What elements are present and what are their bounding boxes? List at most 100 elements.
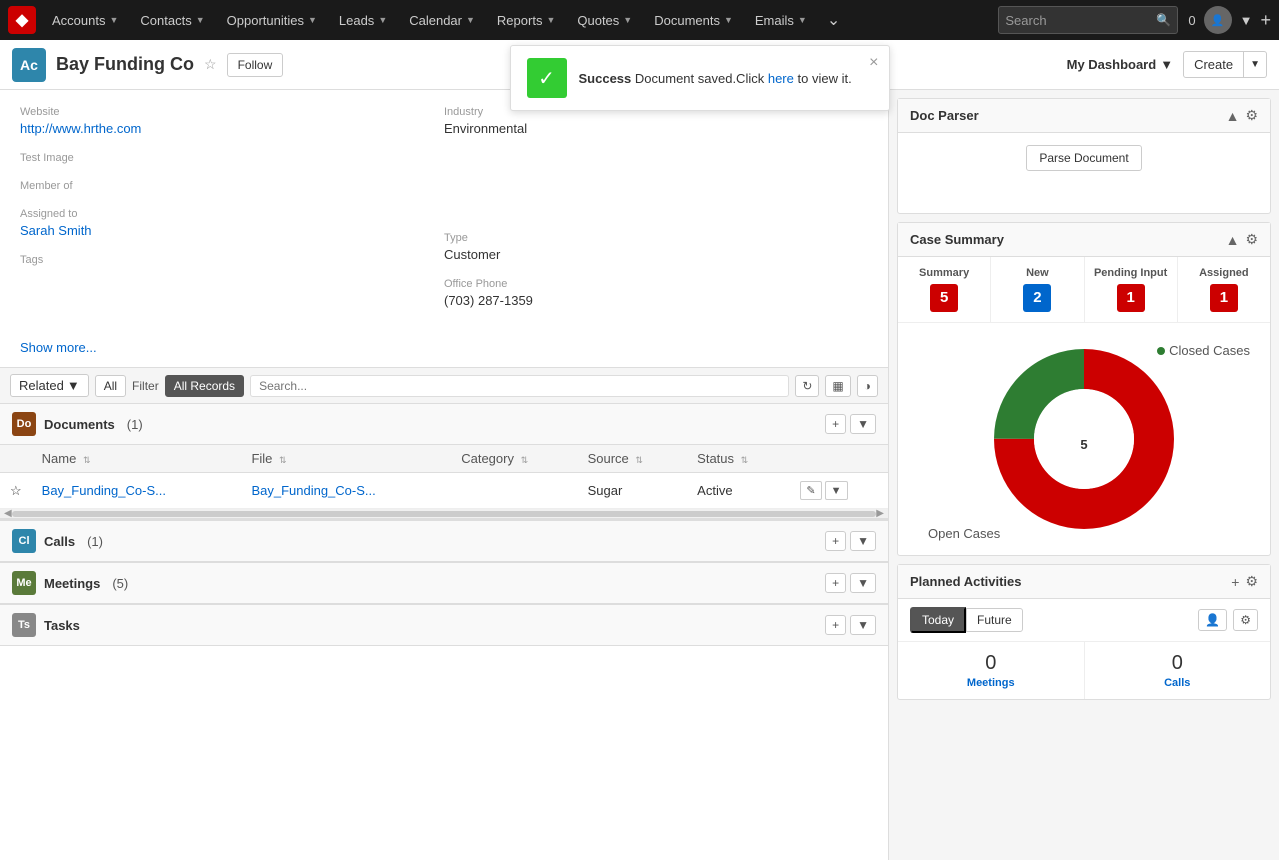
tasks-more-button[interactable]: ▼ xyxy=(850,615,876,635)
tasks-subpanel-header[interactable]: Ts Tasks + ▼ xyxy=(0,604,888,646)
list-view-button[interactable]: ◑ xyxy=(857,375,878,397)
create-dropdown-button[interactable]: ▼ xyxy=(1244,51,1267,78)
row-file: Bay_Funding_Co-S... xyxy=(241,473,451,509)
all-records-button[interactable]: All Records xyxy=(165,375,244,397)
scroll-left-arrow[interactable]: ◀ xyxy=(4,508,12,519)
all-button[interactable]: All xyxy=(95,375,126,397)
nav-item-accounts[interactable]: Accounts ▼ xyxy=(42,0,128,40)
dashboard-caret-icon: ▼ xyxy=(1160,57,1173,72)
tab-future[interactable]: Future xyxy=(966,608,1023,632)
toast-close-button[interactable]: × xyxy=(869,54,878,72)
add-button[interactable]: + xyxy=(1260,10,1271,31)
search-icon: 🔍 xyxy=(1156,13,1171,27)
case-new-label: New xyxy=(999,267,1075,279)
leads-caret-icon: ▼ xyxy=(378,15,387,25)
tasks-subpanel-title: Tasks xyxy=(44,618,80,633)
case-summary-widget: Case Summary ▲ ⚙ Summary 5 New 2 Pending… xyxy=(897,222,1271,556)
doc-parser-header-actions: ▲ ⚙ xyxy=(1226,107,1258,124)
calls-add-button[interactable]: + xyxy=(825,531,846,551)
case-summary-title: Case Summary xyxy=(910,232,1004,247)
meetings-more-button[interactable]: ▼ xyxy=(850,573,876,593)
horizontal-scrollbar[interactable]: ◀ ▶ xyxy=(0,509,888,519)
app-logo[interactable]: ◆ xyxy=(8,6,36,34)
favorite-star-icon[interactable]: ☆ xyxy=(204,56,217,73)
account-form: Website http://www.hrthe.com Test Image … xyxy=(0,90,888,340)
documents-add-button[interactable]: + xyxy=(825,414,846,434)
meetings-count: (5) xyxy=(112,576,128,591)
planned-activities-add-button[interactable]: + xyxy=(1231,573,1239,590)
nav-item-calendar[interactable]: Calendar ▼ xyxy=(399,0,485,40)
tags-label: Tags xyxy=(20,254,444,266)
nav-item-reports[interactable]: Reports ▼ xyxy=(487,0,565,40)
nav-more-button[interactable]: ⌄ xyxy=(819,10,848,30)
doc-parser-settings-button[interactable]: ⚙ xyxy=(1245,107,1258,124)
case-count-summary: Summary 5 xyxy=(898,257,991,322)
nav-item-opportunities[interactable]: Opportunities ▼ xyxy=(217,0,327,40)
documents-col-category[interactable]: Category ⇅ xyxy=(451,445,577,473)
documents-subpanel-icon: Do xyxy=(12,412,36,436)
global-search-box[interactable]: 🔍 xyxy=(998,6,1178,34)
case-count-assigned: Assigned 1 xyxy=(1178,257,1270,322)
meetings-subpanel-header[interactable]: Me Meetings (5) + ▼ xyxy=(0,562,888,604)
documents-col-source[interactable]: Source ⇅ xyxy=(578,445,688,473)
create-button[interactable]: Create xyxy=(1183,51,1244,78)
calls-subpanel-header[interactable]: Cl Calls (1) + ▼ xyxy=(0,520,888,562)
dashboard-selector[interactable]: My Dashboard ▼ xyxy=(1067,57,1173,72)
nav-item-contacts[interactable]: Contacts ▼ xyxy=(130,0,214,40)
documents-col-status[interactable]: Status ⇅ xyxy=(687,445,790,473)
activities-gear-icon-button[interactable]: ⚙ xyxy=(1233,609,1258,631)
emails-caret-icon: ▼ xyxy=(798,15,807,25)
calls-more-button[interactable]: ▼ xyxy=(850,531,876,551)
case-assigned-label: Assigned xyxy=(1186,267,1262,279)
case-count-pending: Pending Input 1 xyxy=(1085,257,1178,322)
assigned-to-value[interactable]: Sarah Smith xyxy=(20,223,444,238)
nav-item-emails[interactable]: Emails ▼ xyxy=(745,0,817,40)
tab-today[interactable]: Today xyxy=(910,607,966,633)
type-label: Type xyxy=(444,232,868,244)
website-label: Website xyxy=(20,106,444,118)
parse-document-button[interactable]: Parse Document xyxy=(1026,145,1141,171)
website-value[interactable]: http://www.hrthe.com xyxy=(20,121,444,136)
avatar-caret-icon[interactable]: ▼ xyxy=(1240,13,1253,28)
scroll-right-arrow[interactable]: ▶ xyxy=(876,508,884,519)
documents-count: (1) xyxy=(127,417,143,432)
doc-parser-collapse-button[interactable]: ▲ xyxy=(1226,107,1240,124)
row-star[interactable]: ☆ xyxy=(0,473,32,509)
activities-people-icon-button[interactable]: 👤 xyxy=(1198,609,1227,631)
search-input[interactable] xyxy=(1005,13,1156,28)
related-button[interactable]: Related ▼ xyxy=(10,374,89,397)
doc-file-link[interactable]: Bay_Funding_Co-S... xyxy=(251,483,375,498)
closed-cases-label: Closed Cases xyxy=(1169,343,1250,358)
planned-activities-settings-button[interactable]: ⚙ xyxy=(1245,573,1258,590)
user-avatar[interactable]: 👤 xyxy=(1204,6,1232,34)
assigned-to-field: Assigned to Sarah Smith xyxy=(20,208,444,238)
case-summary-collapse-button[interactable]: ▲ xyxy=(1226,231,1240,248)
documents-table: Name ⇅ File ⇅ Category ⇅ Source ⇅ Status… xyxy=(0,445,888,509)
nav-item-leads[interactable]: Leads ▼ xyxy=(329,0,397,40)
main-layout: Website http://www.hrthe.com Test Image … xyxy=(0,90,1279,860)
documents-col-name[interactable]: Name ⇅ xyxy=(32,445,242,473)
notification-badge[interactable]: 0 xyxy=(1188,13,1195,28)
meetings-label[interactable]: Meetings xyxy=(908,677,1074,689)
related-search-input[interactable] xyxy=(250,375,789,397)
tasks-add-button[interactable]: + xyxy=(825,615,846,635)
documents-more-button[interactable]: ▼ xyxy=(850,414,876,434)
toast-link[interactable]: here xyxy=(768,71,794,86)
edit-row-button[interactable]: ✎ xyxy=(800,481,821,500)
calls-label[interactable]: Calls xyxy=(1095,677,1261,689)
case-summary-settings-button[interactable]: ⚙ xyxy=(1245,231,1258,248)
nav-item-quotes[interactable]: Quotes ▼ xyxy=(567,0,642,40)
meetings-add-button[interactable]: + xyxy=(825,573,846,593)
grid-view-button[interactable]: ▦ xyxy=(825,375,850,397)
follow-button[interactable]: Follow xyxy=(227,53,284,77)
documents-col-actions xyxy=(790,445,888,473)
refresh-button[interactable]: ↻ xyxy=(795,375,819,397)
documents-col-file[interactable]: File ⇅ xyxy=(241,445,451,473)
row-more-button[interactable]: ▼ xyxy=(825,481,848,500)
show-more-link[interactable]: Show more... xyxy=(0,340,888,367)
quotes-caret-icon: ▼ xyxy=(623,15,632,25)
scroll-thumb[interactable] xyxy=(12,511,877,517)
nav-item-documents[interactable]: Documents ▼ xyxy=(644,0,743,40)
success-toast: ✓ Success Document saved.Click here to v… xyxy=(510,45,890,111)
doc-name-link[interactable]: Bay_Funding_Co-S... xyxy=(42,483,166,498)
